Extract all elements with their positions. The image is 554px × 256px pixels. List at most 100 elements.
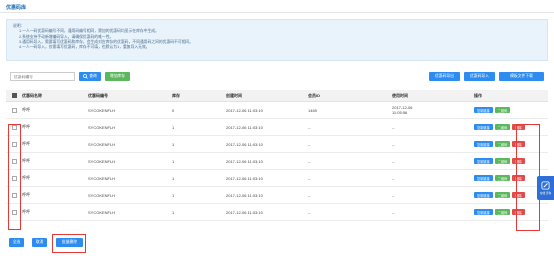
cell-name: 呼呼 bbox=[22, 141, 30, 146]
table-row: 呼呼 SYCOKENFLH 0 2017-12-06 11:03:10 1469 2017… bbox=[6, 102, 548, 119]
cell-used-date: -- bbox=[392, 141, 395, 147]
cell-stock: 1 bbox=[172, 175, 175, 181]
cell-created: 2017-12-06 11:03:10 bbox=[226, 209, 263, 215]
copy-link-button[interactable]: 复制链接 bbox=[474, 209, 493, 215]
cell-used: 2017-12-06 11:05:56 bbox=[392, 105, 474, 115]
cell-created: 2017-12-06 11:03:10 bbox=[226, 192, 263, 198]
cell-created: 2017-12-06 11:03:10 bbox=[226, 141, 263, 147]
cell-member: -- bbox=[308, 192, 311, 198]
table-row: 呼呼 SYCOKENFLH 1 2017-12-06 11:03:10 -- -- 复制链接… bbox=[6, 119, 548, 136]
table-row: 呼呼 SYCOKENFLH 1 2017-12-06 11:03:10 -- -- 复制链接… bbox=[6, 136, 548, 153]
cell-created: 2017-12-06 11:03:10 bbox=[226, 124, 263, 130]
qr-code-button[interactable]: 二维码 bbox=[494, 141, 511, 147]
cell-code: SYCOKENFLH bbox=[88, 209, 116, 215]
header-used: 使用时间 bbox=[392, 93, 408, 98]
cell-stock: 1 bbox=[172, 141, 175, 147]
query-button[interactable]: 查询 bbox=[79, 72, 101, 81]
copy-link-button[interactable]: 复制链接 bbox=[474, 124, 493, 130]
query-button-label: 查询 bbox=[89, 74, 97, 78]
copy-link-button[interactable]: 复制链接 bbox=[474, 158, 493, 164]
title-divider bbox=[0, 12, 554, 13]
cell-code: SYCOKENFLH bbox=[88, 141, 116, 147]
cell-name: 呼呼 bbox=[22, 124, 30, 129]
cell-member: -- bbox=[308, 175, 311, 181]
copy-link-button[interactable]: 复制链接 bbox=[474, 107, 493, 113]
cell-member: -- bbox=[308, 158, 311, 164]
search-icon bbox=[83, 74, 88, 79]
notice-panel: 说明： 1.一人一码优惠码编号不同，通用码编号相同，需加的优惠码均显示在库存中生… bbox=[6, 19, 548, 61]
cell-name: 呼呼 bbox=[22, 107, 30, 112]
table-header: 优惠码名称 优惠码编号 库存 创建时间 会员ID 使用时间 操作 bbox=[6, 90, 548, 102]
copy-link-button[interactable]: 复制链接 bbox=[474, 175, 493, 181]
cell-used: -- bbox=[392, 210, 474, 215]
cell-stock: 1 bbox=[172, 158, 175, 164]
qr-code-button[interactable]: 二维码 bbox=[494, 209, 511, 215]
online-consult-label: 在线 咨询 bbox=[539, 192, 552, 195]
select-all-button[interactable]: 全选 bbox=[9, 238, 24, 247]
highlight-checkbox-column bbox=[8, 124, 21, 230]
cell-created: 2017-12-06 11:03:10 bbox=[226, 158, 263, 164]
cell-stock: 1 bbox=[172, 192, 175, 198]
cell-code: SYCOKENFLH bbox=[88, 107, 116, 113]
export-button[interactable]: 优惠码导出 bbox=[429, 72, 460, 81]
cell-code: SYCOKENFLH bbox=[88, 175, 116, 181]
cell-used-date: -- bbox=[392, 124, 395, 130]
add-stock-button[interactable]: 增加库存 bbox=[105, 72, 130, 81]
cell-name: 呼呼 bbox=[22, 175, 30, 180]
batch-delete-button[interactable]: 批量删除 bbox=[56, 238, 83, 247]
cell-used-date: -- bbox=[392, 209, 395, 215]
cell-stock: 1 bbox=[172, 124, 175, 130]
cell-stock: 0 bbox=[172, 107, 175, 113]
header-stock: 库存 bbox=[172, 92, 180, 98]
coupon-table: 优惠码名称 优惠码编号 库存 创建时间 会员ID 使用时间 操作 呼呼 SYCOK… bbox=[6, 90, 548, 221]
cell-used: -- bbox=[392, 159, 474, 164]
cell-used: -- bbox=[392, 125, 474, 130]
cell-code: SYCOKENFLH bbox=[88, 124, 116, 130]
header-name: 优惠码名称 bbox=[22, 92, 42, 98]
header-code: 优惠码编号 bbox=[88, 92, 108, 98]
cell-used-date: -- bbox=[392, 192, 395, 198]
qr-code-button[interactable]: 二维码 bbox=[494, 107, 511, 113]
table-row: 呼呼 SYCOKENFLH 1 2017-12-06 11:03:10 -- -- 复制链接… bbox=[6, 187, 548, 204]
copy-link-button[interactable]: 复制链接 bbox=[474, 141, 493, 147]
cell-code: SYCOKENFLH bbox=[88, 158, 116, 164]
cell-member: -- bbox=[308, 124, 311, 130]
search-input[interactable] bbox=[10, 72, 75, 81]
table-row: 呼呼 SYCOKENFLH 1 2017-12-06 11:03:10 -- -- 复制链接… bbox=[6, 170, 548, 187]
cell-used: -- bbox=[392, 142, 474, 147]
cell-used: -- bbox=[392, 193, 474, 198]
cell-operations: 复制链接 二维码 bbox=[474, 107, 548, 113]
qr-code-button[interactable]: 二维码 bbox=[494, 124, 511, 130]
template-download-button[interactable]: 模板文件下载 bbox=[499, 72, 544, 81]
cell-name: 呼呼 bbox=[22, 192, 30, 197]
import-button[interactable]: 优惠码导入 bbox=[464, 72, 495, 81]
row-checkbox[interactable] bbox=[11, 107, 17, 113]
qr-code-button[interactable]: 二维码 bbox=[494, 175, 511, 181]
qr-code-button[interactable]: 二维码 bbox=[494, 192, 511, 198]
page-title: 优惠码库 bbox=[6, 5, 27, 11]
table-row: 呼呼 SYCOKENFLH 1 2017-12-06 11:03:10 -- -- 复制链接… bbox=[6, 204, 548, 221]
header-op: 操作 bbox=[474, 92, 482, 98]
cancel-button[interactable]: 取消 bbox=[32, 238, 47, 247]
table-row: 呼呼 SYCOKENFLH 1 2017-12-06 11:03:10 -- -- 复制链接… bbox=[6, 153, 548, 170]
cell-used-date: -- bbox=[392, 175, 395, 181]
header-created: 创建时间 bbox=[226, 92, 242, 98]
cell-created: 2017-12-06 11:03:10 bbox=[226, 175, 263, 181]
notice-line: 4.一人一码导入，仅需填写优惠码，库存不可填，也默认为1，重复导入无效。 bbox=[19, 45, 150, 50]
cell-used-date: -- bbox=[392, 158, 395, 164]
cell-used-time: 11:05:56 bbox=[392, 110, 408, 115]
cell-created: 2017-12-06 11:03:10 bbox=[226, 107, 263, 113]
select-all-checkbox[interactable] bbox=[11, 93, 17, 98]
qr-code-button[interactable]: 二维码 bbox=[494, 158, 511, 164]
cell-name: 呼呼 bbox=[22, 158, 30, 163]
header-member: 会员ID bbox=[308, 92, 320, 98]
cell-stock: 1 bbox=[172, 209, 175, 215]
cell-member: 1469 bbox=[308, 107, 317, 113]
cell-name: 呼呼 bbox=[22, 209, 30, 214]
edit-icon bbox=[541, 181, 550, 190]
copy-link-button[interactable]: 复制链接 bbox=[474, 192, 493, 198]
cell-member: -- bbox=[308, 141, 311, 147]
online-consult-widget[interactable]: 在线 咨询 bbox=[537, 176, 554, 200]
cell-code: SYCOKENFLH bbox=[88, 192, 116, 198]
cell-used: -- bbox=[392, 176, 474, 181]
